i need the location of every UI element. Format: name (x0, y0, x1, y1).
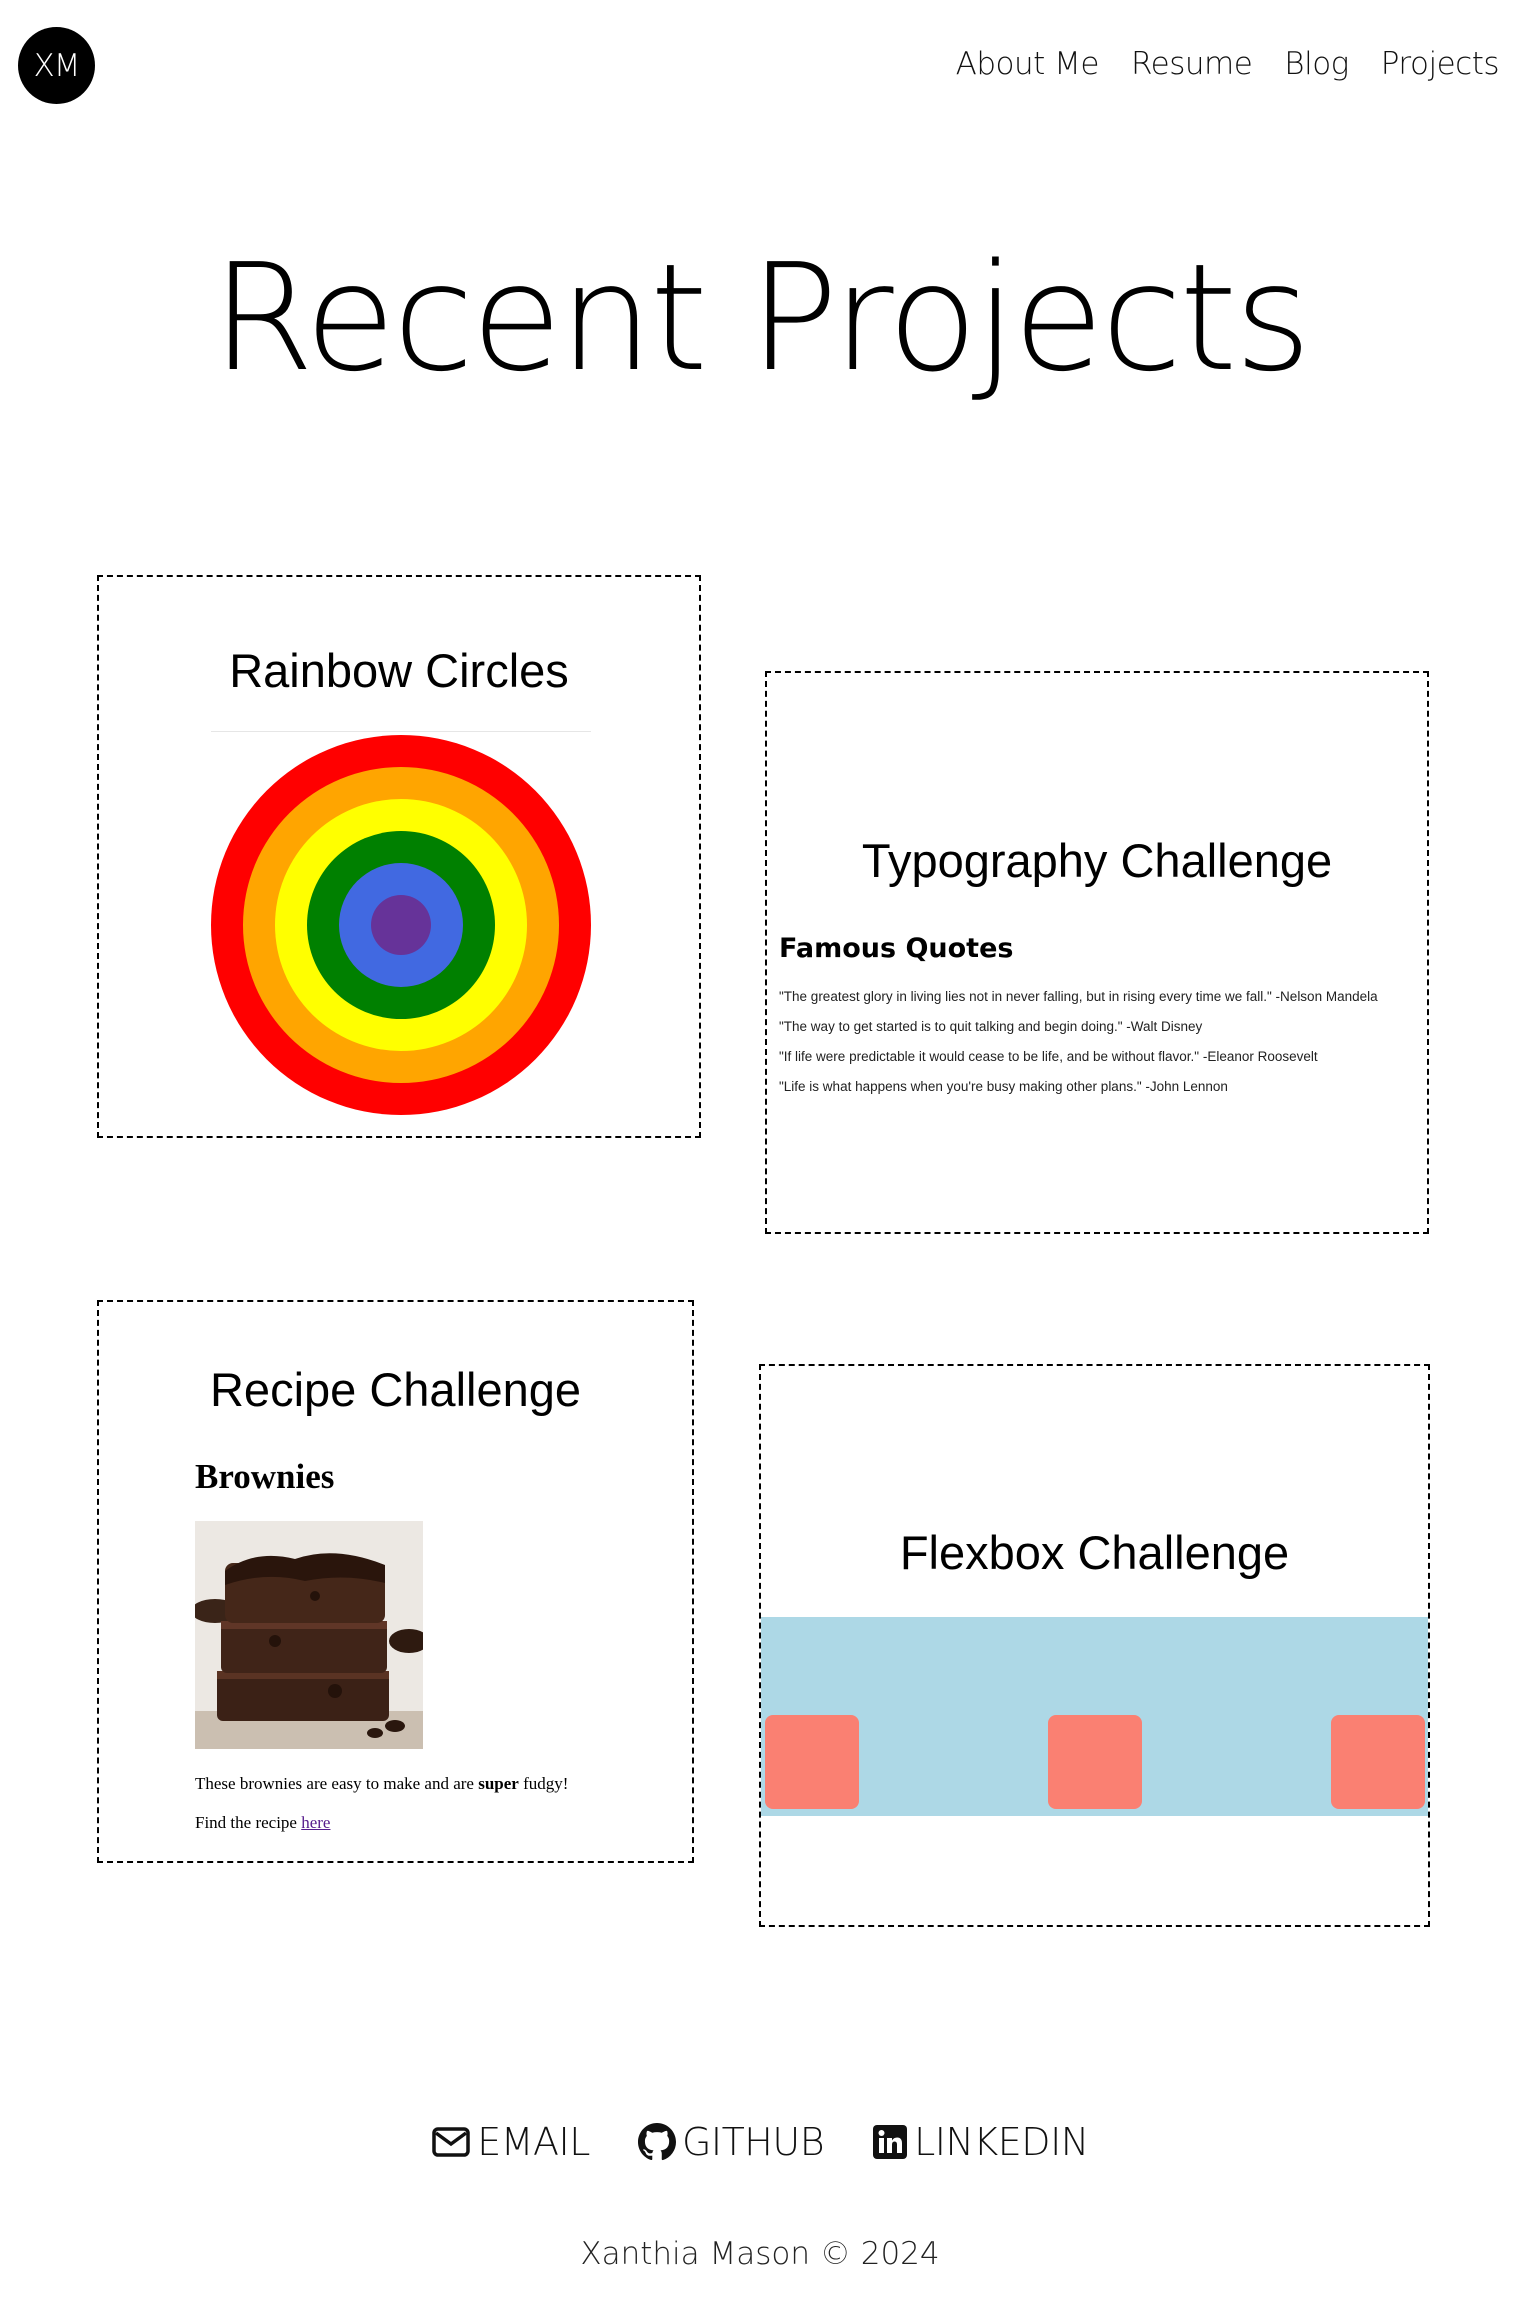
flex-box (1331, 1715, 1425, 1809)
project-title: Typography Challenge (861, 834, 1333, 887)
quote-item: "Life is what happens when you're busy m… (779, 1079, 1228, 1094)
linkedin-label: LINKEDIN (914, 2120, 1089, 2164)
recipe-desc-bold: super (478, 1774, 519, 1793)
logo-avatar[interactable]: XM (18, 27, 95, 104)
quotes-heading: Famous Quotes (779, 933, 1014, 964)
recipe-find-line: Find the recipe here (195, 1813, 330, 1833)
project-title: Recipe Challenge (209, 1363, 582, 1416)
copyright-text: Xanthia Mason © 2024 (580, 2236, 940, 2272)
project-card-rainbow-circles[interactable]: Rainbow Circles (97, 575, 701, 1138)
main-nav: About Me Resume Blog Projects (956, 46, 1500, 82)
flex-box (765, 1715, 859, 1809)
email-label: EMAIL (477, 2120, 590, 2164)
nav-resume[interactable]: Resume (1131, 46, 1253, 82)
footer-links: EMAIL GITHUB LINKEDIN (0, 2120, 1520, 2164)
flex-container (761, 1617, 1428, 1816)
logo-text: XM (33, 47, 81, 84)
github-label: GITHUB (681, 2120, 825, 2164)
recipe-desc-text: These brownies are easy to make and are (195, 1774, 479, 1793)
envelope-icon (431, 2125, 471, 2159)
recipe-description: These brownies are easy to make and are … (195, 1774, 568, 1794)
quote-item: "The greatest glory in living lies not i… (779, 989, 1378, 1004)
recipe-link[interactable]: here (301, 1813, 330, 1832)
linkedin-link[interactable]: LINKEDIN (872, 2120, 1089, 2164)
recipe-find-text: Find the recipe (195, 1813, 302, 1832)
brownie-image (195, 1521, 423, 1749)
rainbow-ring (371, 895, 431, 955)
nav-projects[interactable]: Projects (1381, 46, 1500, 82)
page-title: Recent Projects (211, 232, 1311, 404)
github-link[interactable]: GITHUB (637, 2120, 825, 2164)
quote-item: "The way to get started is to quit talki… (779, 1019, 1203, 1034)
quote-item: "If life were predictable it would cease… (779, 1049, 1318, 1064)
nav-about-me[interactable]: About Me (956, 46, 1100, 82)
project-card-recipe-challenge[interactable]: Recipe Challenge Brownies These brownies… (97, 1300, 694, 1863)
project-card-flexbox-challenge[interactable]: Flexbox Challenge (759, 1364, 1430, 1927)
project-title: Flexbox Challenge (899, 1526, 1290, 1579)
rainbow-circles-graphic (99, 577, 699, 1136)
email-link[interactable]: EMAIL (431, 2120, 590, 2164)
flex-box (1048, 1715, 1142, 1809)
nav-blog[interactable]: Blog (1284, 46, 1349, 82)
github-icon (637, 2123, 676, 2161)
recipe-heading: Brownies (195, 1457, 335, 1496)
recipe-desc-text-end: fudgy! (518, 1774, 569, 1793)
linkedin-icon (872, 2124, 908, 2160)
project-card-typography-challenge[interactable]: Typography Challenge Famous Quotes "The … (765, 671, 1429, 1234)
